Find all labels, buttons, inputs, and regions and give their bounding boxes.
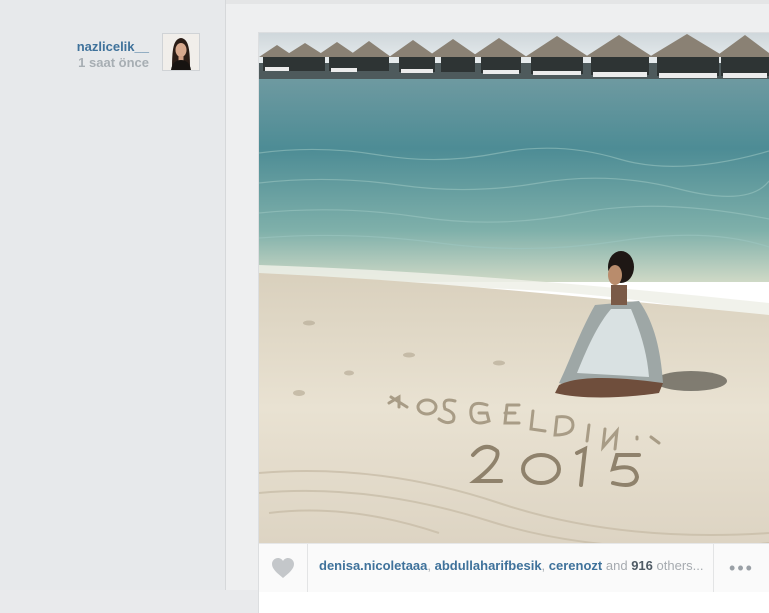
beach-photo [259,33,769,543]
more-options-button[interactable]: ••• [713,544,769,592]
post-username[interactable]: nazlicelik__ [77,39,149,54]
post-time[interactable]: 1 saat önce [78,55,149,70]
avatar-image [163,34,199,70]
like-button[interactable] [259,544,308,592]
left-column [0,0,226,590]
previous-card-edge [226,0,769,4]
post-action-bar: denisa.nicoletaaa, abdullaharifbesik, ce… [259,543,769,592]
likes-count[interactable]: 916 [631,558,653,573]
post-photo[interactable] [259,33,769,543]
avatar[interactable] [162,33,200,71]
and-word: and [605,558,628,573]
liker-link[interactable]: abdullaharifbesik [435,558,542,573]
likes-summary: denisa.nicoletaaa, abdullaharifbesik, ce… [319,558,704,573]
ellipsis-icon: ••• [729,557,754,578]
others-word[interactable]: others... [657,558,704,573]
post-card: denisa.nicoletaaa, abdullaharifbesik, ce… [259,33,769,613]
liker-link[interactable]: denisa.nicoletaaa [319,558,427,573]
separator: , [427,558,435,573]
heart-icon [272,558,294,578]
separator: , [541,558,549,573]
liker-link[interactable]: cerenozt [549,558,602,573]
